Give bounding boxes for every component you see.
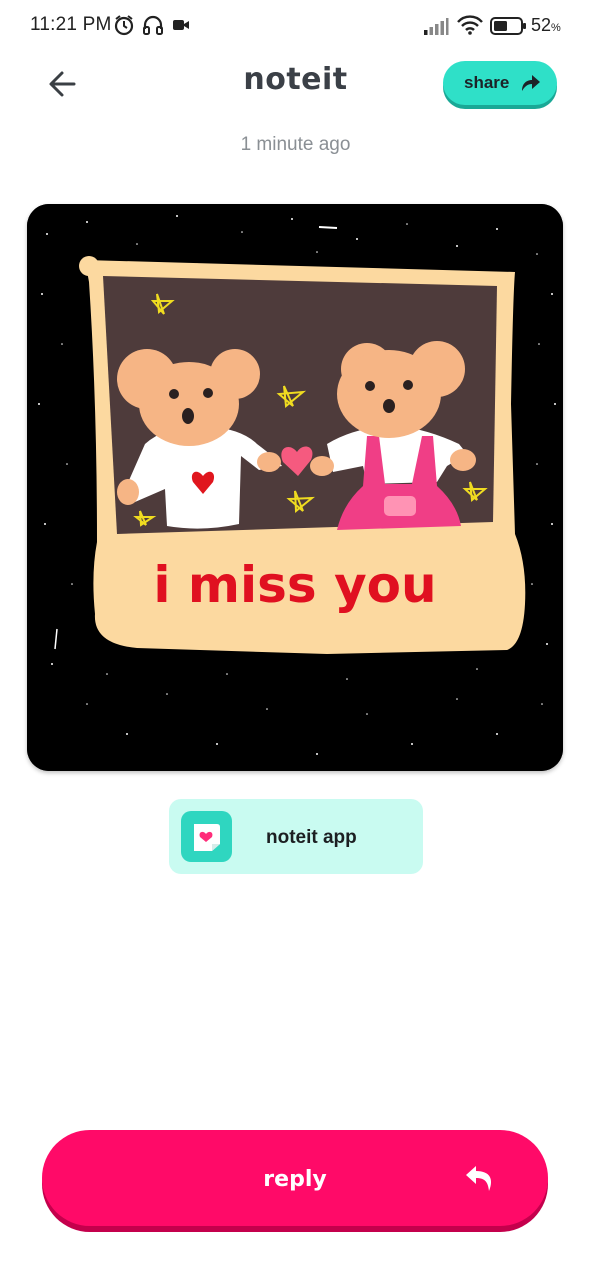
app-badge-label: noteit app [266, 827, 357, 848]
alarm-icon [114, 15, 134, 36]
drawing-caption: i miss you [153, 556, 436, 614]
share-arrow-icon [522, 75, 540, 91]
reply-button[interactable]: reply [42, 1130, 548, 1226]
note-drawing: i miss you [27, 204, 563, 771]
video-camera-icon [173, 20, 189, 30]
headphones-icon [143, 15, 163, 35]
share-button[interactable]: share [443, 61, 557, 105]
reply-arrow-icon [466, 1166, 492, 1191]
share-label: share [464, 73, 510, 92]
battery-icon [490, 17, 526, 35]
note-timestamp: 1 minute ago [240, 134, 351, 155]
noteit-app-badge[interactable]: noteit app [169, 799, 423, 874]
battery-percent: 52% [531, 15, 561, 35]
wifi-icon [457, 15, 483, 35]
heart-note-icon [181, 811, 232, 862]
status-time: 11:21 PM [30, 14, 112, 35]
signal-icon [424, 18, 449, 35]
status-bar: 11:21 PM 52% [0, 0, 591, 52]
note-drawing-card[interactable]: i miss you [27, 204, 563, 771]
